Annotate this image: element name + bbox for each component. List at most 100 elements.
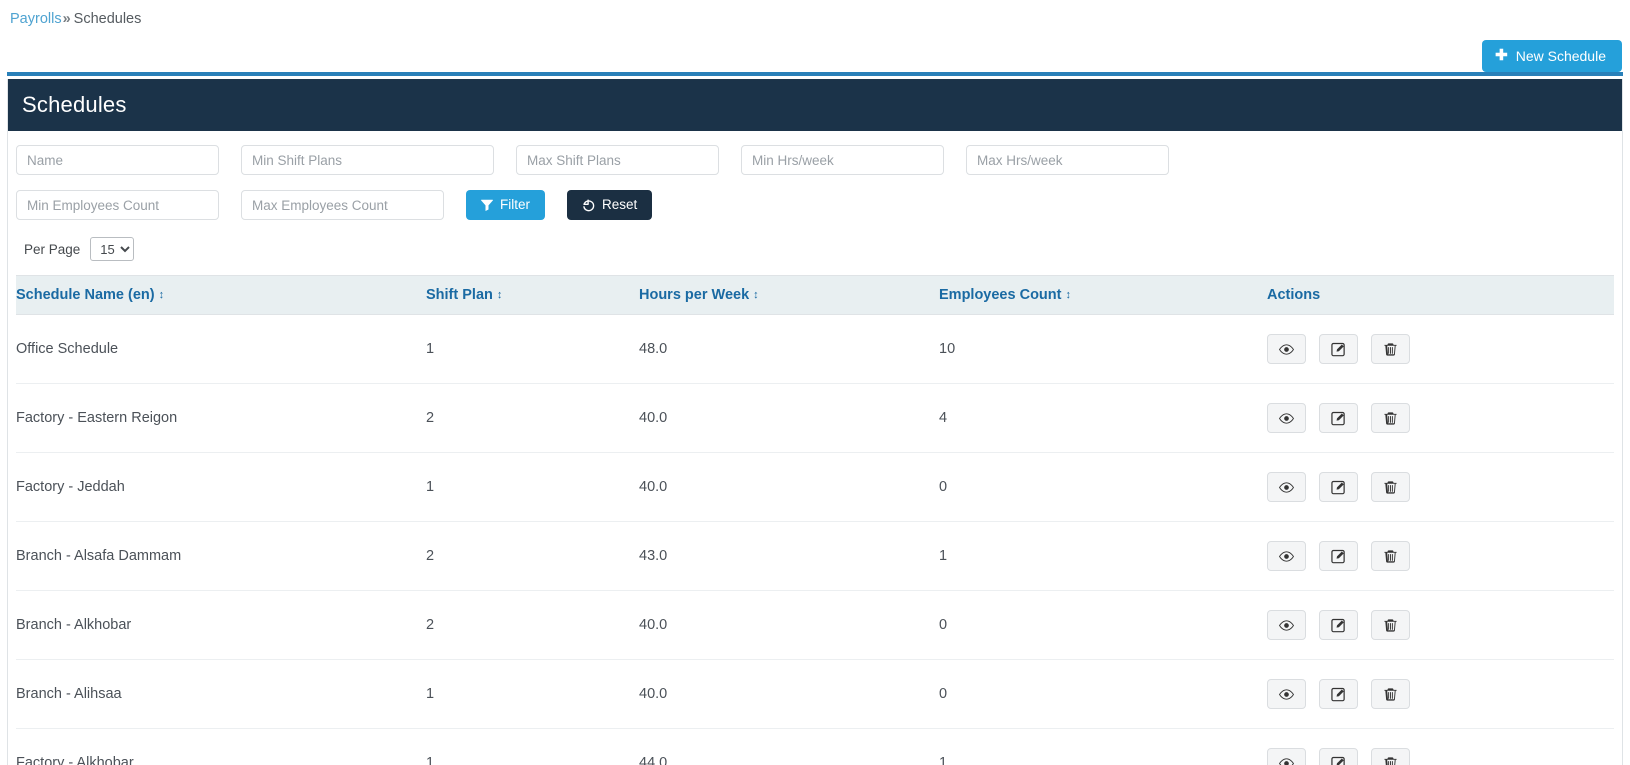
table-row: Branch - Alsafa Dammam243.01 [16,522,1614,591]
undo-arrow-icon [582,199,595,212]
column-header-employees-count-label: Employees Count [939,287,1061,303]
table-row: Factory - Eastern Reigon240.04 [16,384,1614,453]
reset-button-label: Reset [602,198,637,212]
eye-icon [1279,480,1294,495]
cell-employees-count: 0 [939,660,1267,729]
pencil-square-icon [1331,411,1346,426]
cell-employees-count: 1 [939,729,1267,765]
cell-shift-plan: 1 [426,729,639,765]
sort-icon[interactable]: ↕ [1065,290,1071,301]
table-row: Factory - Alkhobar144.01 [16,729,1614,765]
view-schedule-button[interactable] [1267,679,1306,709]
eye-icon [1279,618,1294,633]
row-action-group [1267,334,1614,364]
delete-schedule-button[interactable] [1371,334,1410,364]
top-action-bar: ✚ New Schedule [0,40,1630,72]
min-shift-plans-filter-input[interactable] [241,145,494,175]
column-header-schedule-name[interactable]: Schedule Name (en)↕ [16,276,426,315]
cell-hours-per-week: 40.0 [639,591,939,660]
table-row: Branch - Alihsaa140.00 [16,660,1614,729]
row-action-group [1267,403,1614,433]
filter-button[interactable]: Filter [466,190,545,220]
reset-button[interactable]: Reset [567,190,652,220]
breadcrumb-separator: » [63,11,71,27]
eye-icon [1279,342,1294,357]
per-page-select[interactable]: 15 [90,237,134,261]
column-header-actions: Actions [1267,276,1614,315]
pencil-square-icon [1331,756,1346,765]
new-schedule-button-label: New Schedule [1516,49,1606,63]
cell-actions [1267,729,1614,765]
cell-employees-count: 0 [939,453,1267,522]
view-schedule-button[interactable] [1267,403,1306,433]
sort-icon[interactable]: ↕ [497,290,503,301]
cell-schedule-name: Branch - Alihsaa [16,660,426,729]
sort-icon[interactable]: ↕ [159,290,165,301]
page-title: Schedules [22,92,127,118]
column-header-shift-plan[interactable]: Shift Plan↕ [426,276,639,315]
column-header-hours-per-week[interactable]: Hours per Week↕ [639,276,939,315]
trash-icon [1383,342,1398,357]
view-schedule-button[interactable] [1267,610,1306,640]
cell-actions [1267,315,1614,384]
name-filter-input[interactable] [16,145,219,175]
max-shift-plans-filter-input[interactable] [516,145,719,175]
pencil-square-icon [1331,618,1346,633]
pencil-square-icon [1331,480,1346,495]
schedules-table: Schedule Name (en)↕ Shift Plan↕ Hours pe… [16,275,1614,765]
max-employees-count-filter-input[interactable] [241,190,444,220]
filter-row-2: Filter Reset [16,190,1614,220]
cell-actions [1267,453,1614,522]
trash-icon [1383,411,1398,426]
edit-schedule-button[interactable] [1319,403,1358,433]
edit-schedule-button[interactable] [1319,610,1358,640]
pencil-square-icon [1331,342,1346,357]
cell-shift-plan: 1 [426,453,639,522]
edit-schedule-button[interactable] [1319,748,1358,765]
cell-actions [1267,522,1614,591]
min-employees-count-filter-input[interactable] [16,190,219,220]
edit-schedule-button[interactable] [1319,334,1358,364]
breadcrumb-current-schedules: Schedules [74,11,142,27]
cell-shift-plan: 2 [426,591,639,660]
delete-schedule-button[interactable] [1371,679,1410,709]
view-schedule-button[interactable] [1267,472,1306,502]
cell-schedule-name: Factory - Jeddah [16,453,426,522]
table-row: Office Schedule148.010 [16,315,1614,384]
delete-schedule-button[interactable] [1371,748,1410,765]
plus-icon: ✚ [1495,48,1508,63]
delete-schedule-button[interactable] [1371,610,1410,640]
table-row: Factory - Jeddah140.00 [16,453,1614,522]
min-hours-per-week-filter-input[interactable] [741,145,944,175]
edit-schedule-button[interactable] [1319,472,1358,502]
new-schedule-button[interactable]: ✚ New Schedule [1482,40,1622,72]
view-schedule-button[interactable] [1267,541,1306,571]
delete-schedule-button[interactable] [1371,403,1410,433]
cell-schedule-name: Branch - Alsafa Dammam [16,522,426,591]
view-schedule-button[interactable] [1267,334,1306,364]
row-action-group [1267,472,1614,502]
cell-shift-plan: 2 [426,522,639,591]
trash-icon [1383,480,1398,495]
cell-employees-count: 4 [939,384,1267,453]
breadcrumb-link-payrolls[interactable]: Payrolls [10,11,62,27]
pencil-square-icon [1331,687,1346,702]
edit-schedule-button[interactable] [1319,679,1358,709]
trash-icon [1383,687,1398,702]
cell-actions [1267,384,1614,453]
per-page-control: Per Page 15 [16,235,1614,275]
sort-icon[interactable]: ↕ [753,290,759,301]
table-head: Schedule Name (en)↕ Shift Plan↕ Hours pe… [16,276,1614,315]
cell-shift-plan: 1 [426,660,639,729]
cell-employees-count: 1 [939,522,1267,591]
edit-schedule-button[interactable] [1319,541,1358,571]
max-hours-per-week-filter-input[interactable] [966,145,1169,175]
view-schedule-button[interactable] [1267,748,1306,765]
cell-actions [1267,591,1614,660]
trash-icon [1383,756,1398,765]
delete-schedule-button[interactable] [1371,541,1410,571]
eye-icon [1279,756,1294,765]
delete-schedule-button[interactable] [1371,472,1410,502]
cell-schedule-name: Branch - Alkhobar [16,591,426,660]
column-header-employees-count[interactable]: Employees Count ↕ [939,276,1267,315]
